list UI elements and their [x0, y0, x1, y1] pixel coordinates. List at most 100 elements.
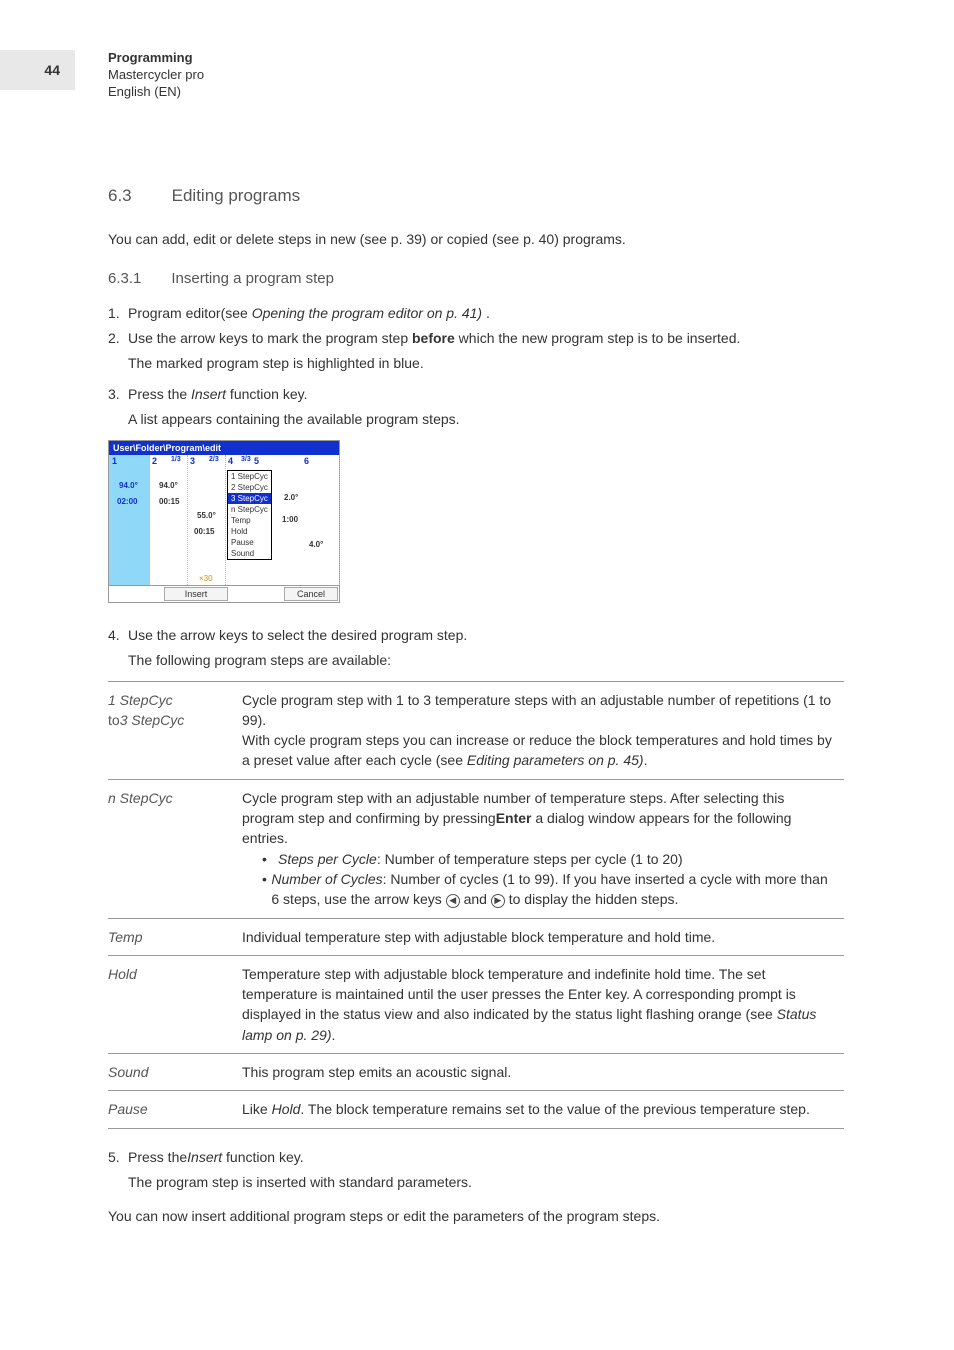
text: which the new program step is to be inse… — [455, 330, 741, 346]
text-italic: Number of Cycles — [271, 871, 382, 887]
text: Temperature step with adjustable block t… — [242, 966, 796, 1023]
bullet-item: • Steps per Cycle: Number of temperature… — [262, 849, 838, 869]
text-italic: Steps per Cycle — [278, 851, 377, 867]
section-heading: 6.3Editing programs — [108, 186, 844, 206]
term-cell: Pause — [108, 1091, 242, 1128]
term: 3 StepCyc — [120, 712, 185, 728]
section-number: 6.3 — [108, 186, 132, 205]
col-num: 4 — [228, 456, 233, 466]
text: . — [332, 1027, 336, 1043]
menu-item: 2 StepCyc — [228, 482, 271, 493]
menu-item-selected: 3 StepCyc — [228, 493, 271, 504]
table-row: 1 StepCyc to3 StepCyc Cycle program step… — [108, 681, 844, 779]
step-5-sub: The program step is inserted with standa… — [128, 1172, 844, 1193]
menu-item: Hold — [228, 526, 271, 537]
text: : Number of temperature steps per cycle … — [377, 851, 683, 867]
step-2-sub: The marked program step is highlighted i… — [128, 353, 844, 374]
text: Program editor(see — [128, 305, 252, 321]
time-value: 1:00 — [282, 515, 298, 524]
page-number: 44 — [0, 50, 75, 90]
step-marker: 2. — [108, 328, 128, 349]
screenshot-bottom-bar: Insert Cancel — [109, 585, 339, 602]
step-4-sub: The following program steps are availabl… — [128, 650, 844, 671]
desc-cell: Cycle program step with an adjustable nu… — [242, 779, 844, 918]
outro-text: You can now insert additional program st… — [108, 1207, 844, 1227]
desc-cell: Cycle program step with 1 to 3 temperatu… — [242, 681, 844, 779]
col-num: 3 — [190, 456, 195, 466]
screenshot-graph: 1 2 1/3 3 2/3 4 3/3 5 6 94.0° 94.0° 55.0… — [109, 455, 339, 585]
editor-screenshot: User\Folder\Program\edit 1 2 1/3 3 2/3 4… — [108, 440, 340, 603]
term-cell: n StepCyc — [108, 779, 242, 918]
text-italic: Opening the program editor on p. 41) — [252, 305, 482, 321]
step-body: Press theInsert function key. — [128, 1147, 844, 1168]
col-num: 5 — [254, 456, 259, 466]
text: to — [108, 712, 120, 728]
step-1: 1. Program editor(see Opening the progra… — [108, 303, 844, 324]
text-bold: before — [412, 330, 455, 346]
subsection-number: 6.3.1 — [108, 270, 141, 287]
menu-item: 1 StepCyc — [228, 471, 271, 482]
term-cell: Sound — [108, 1054, 242, 1091]
insert-dropdown: 1 StepCyc 2 StepCyc 3 StepCyc n StepCyc … — [227, 470, 272, 560]
step-2: 2. Use the arrow keys to mark the progra… — [108, 328, 844, 349]
term: 1 StepCyc — [108, 692, 173, 708]
subsection-title: Inserting a program step — [171, 270, 334, 287]
term-cell: 1 StepCyc to3 StepCyc — [108, 681, 242, 779]
table-row: Temp Individual temperature step with ad… — [108, 918, 844, 955]
step-body: Program editor(see Opening the program e… — [128, 303, 844, 324]
page-header: Programming Mastercycler pro English (EN… — [108, 50, 204, 101]
bullet-dot: • — [262, 849, 278, 869]
table-row: n StepCyc Cycle program step with an adj… — [108, 779, 844, 918]
col-sub: 1/3 — [171, 456, 181, 463]
step-marker: 3. — [108, 384, 128, 405]
step-4: 4. Use the arrow keys to select the desi… — [108, 625, 844, 646]
text-bold: Enter — [496, 810, 532, 826]
cancel-button: Cancel — [284, 587, 338, 601]
subsection-heading: 6.3.1 Inserting a program step — [108, 270, 844, 287]
text-italic: Hold — [272, 1101, 301, 1117]
step-marker: 1. — [108, 303, 128, 324]
text: function key. — [222, 1149, 303, 1165]
desc-cell: This program step emits an acoustic sign… — [242, 1054, 844, 1091]
term-cell: Hold — [108, 955, 242, 1053]
text: . — [644, 752, 648, 768]
desc-cell: Like Hold. The block temperature remains… — [242, 1091, 844, 1128]
temp-value: 55.0° — [197, 511, 216, 520]
bullet-dot: • — [262, 869, 271, 910]
graph-col-3 — [187, 455, 226, 585]
menu-item: Temp — [228, 515, 271, 526]
step-marker: 5. — [108, 1147, 128, 1168]
text: Like — [242, 1101, 272, 1117]
text-italic: Insert — [191, 386, 226, 402]
header-product: Mastercycler pro — [108, 67, 204, 84]
step-marker: 4. — [108, 625, 128, 646]
page-content: 6.3Editing programs You can add, edit or… — [108, 0, 844, 1226]
col-num: 1 — [112, 456, 117, 466]
text: and — [460, 891, 491, 907]
graph-col-2 — [149, 455, 188, 585]
text: function key. — [226, 386, 307, 402]
insert-button: Insert — [164, 587, 228, 601]
text-italic: Insert — [187, 1149, 222, 1165]
text-italic: Editing parameters on p. 45) — [467, 752, 644, 768]
graph-col-1 — [109, 455, 150, 585]
menu-item: n StepCyc — [228, 504, 271, 515]
step-body: Use the arrow keys to mark the program s… — [128, 328, 844, 349]
cycle-count: ×30 — [199, 574, 213, 583]
term-cell: Temp — [108, 918, 242, 955]
text: Press the — [128, 386, 191, 402]
menu-item: Sound — [228, 548, 271, 559]
intro-text: You can add, edit or delete steps in new… — [108, 230, 844, 250]
col-sub: 3/3 — [241, 456, 251, 463]
temp-value: 4.0° — [309, 540, 323, 549]
time-value: 00:15 — [159, 497, 179, 506]
step-body: Press the Insert function key. — [128, 384, 844, 405]
time-value: 02:00 — [117, 497, 137, 506]
col-num: 2 — [152, 456, 157, 466]
text: . The block temperature remains set to t… — [300, 1101, 809, 1117]
table-row: Sound This program step emits an acousti… — [108, 1054, 844, 1091]
col-num: 6 — [304, 456, 309, 466]
text: . — [482, 305, 490, 321]
temp-value: 94.0° — [119, 481, 138, 490]
table-row: Hold Temperature step with adjustable bl… — [108, 955, 844, 1053]
